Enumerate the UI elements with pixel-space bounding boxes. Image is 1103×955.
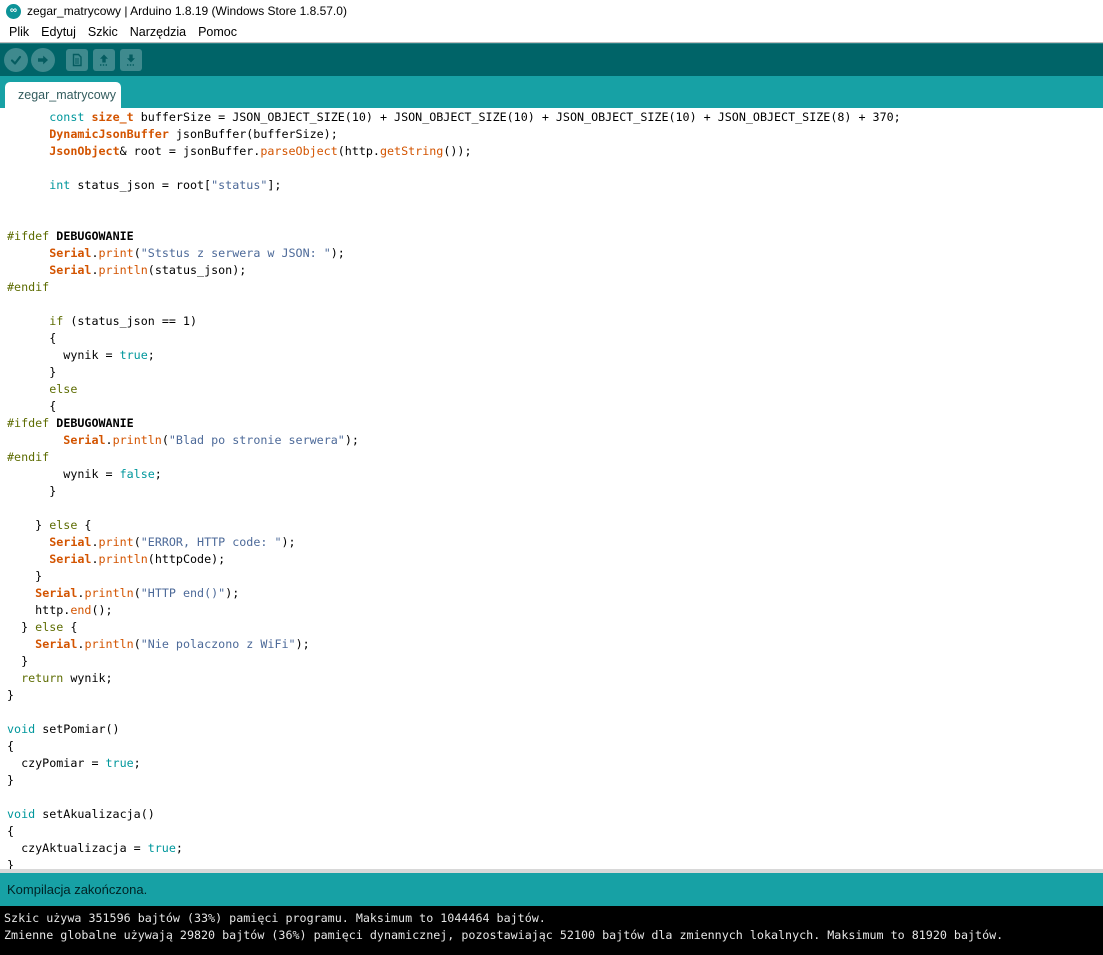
tab-label: zegar_matrycowy xyxy=(18,88,116,102)
upload-button[interactable] xyxy=(31,48,55,72)
code-line: #endif xyxy=(7,450,50,464)
status-message: Kompilacja zakończona. xyxy=(7,882,148,897)
code-line: #ifdef DEBUGOWANIE xyxy=(7,229,134,243)
code-line: Serial.println("Blad po stronie serwera"… xyxy=(63,433,359,447)
code-line: const size_t bufferSize = JSON_OBJECT_SI… xyxy=(49,110,901,124)
code-line: } xyxy=(7,484,57,498)
status-bar: Kompilacja zakończona. xyxy=(0,873,1103,906)
code-line: #endif xyxy=(7,280,50,294)
code-line: { xyxy=(7,331,57,345)
code-line: DynamicJsonBuffer jsonBuffer(bufferSize)… xyxy=(49,127,338,141)
code-line: Serial.println("Nie polaczono z WiFi"); xyxy=(35,637,310,651)
menu-item-1[interactable]: Edytuj xyxy=(35,22,82,42)
code-line: { xyxy=(7,739,15,753)
save-button[interactable] xyxy=(120,49,142,71)
code-line: if (status_json == 1) xyxy=(49,314,198,328)
code-line: } xyxy=(7,654,29,668)
check-icon xyxy=(10,55,22,65)
arrow-up-icon xyxy=(100,54,108,66)
code-line: int status_json = root["status"]; xyxy=(49,178,282,192)
code-line: JsonObject& root = jsonBuffer.parseObjec… xyxy=(49,144,472,158)
menu-bar: Plik Edytuj Szkic Narzędzia Pomoc xyxy=(0,22,1103,43)
code-line: } xyxy=(7,773,15,787)
code-line: { xyxy=(7,824,15,838)
toolbar xyxy=(0,43,1103,76)
code-line: czyAktualizacja = true; xyxy=(7,841,183,855)
code-line: } else { xyxy=(7,620,78,634)
code-line: } else { xyxy=(7,518,92,532)
code-line: http.end(); xyxy=(7,603,113,617)
code-line: Serial.print("ERROR, HTTP code: "); xyxy=(49,535,296,549)
console-line: Szkic używa 351596 bajtów (33%) pamięci … xyxy=(4,911,546,925)
code-line: Serial.print("Ststus z serwera w JSON: "… xyxy=(49,246,345,260)
menu-item-4[interactable]: Pomoc xyxy=(192,22,243,42)
code-line: } xyxy=(7,688,15,702)
code-line: Serial.println(httpCode); xyxy=(49,552,226,566)
window-title: zegar_matrycowy | Arduino 1.8.19 (Window… xyxy=(27,4,347,18)
code-line: wynik = false; xyxy=(7,467,162,481)
code-line: Serial.println("HTTP end()"); xyxy=(35,586,240,600)
code-area: const size_t bufferSize = JSON_OBJECT_SI… xyxy=(7,109,1103,869)
code-line: void setPomiar() xyxy=(7,722,120,736)
code-line: czyPomiar = true; xyxy=(7,756,141,770)
code-line: else xyxy=(49,382,78,396)
code-line: return wynik; xyxy=(21,671,113,685)
code-line: #ifdef DEBUGOWANIE xyxy=(7,416,134,430)
menu-item-0[interactable]: Plik xyxy=(3,22,35,42)
console-output[interactable]: Szkic używa 351596 bajtów (33%) pamięci … xyxy=(0,906,1103,955)
menu-item-3[interactable]: Narzędzia xyxy=(124,22,192,42)
code-line: void setAkualizacja() xyxy=(7,807,155,821)
open-button[interactable] xyxy=(93,49,115,71)
menu-item-2[interactable]: Szkic xyxy=(82,22,124,42)
verify-button[interactable] xyxy=(4,48,28,72)
arrow-down-icon xyxy=(127,54,135,66)
new-document-icon xyxy=(72,53,82,67)
console-line: Zmienne globalne używają 29820 bajtów (3… xyxy=(4,928,1004,942)
code-line: Serial.println(status_json); xyxy=(49,263,247,277)
new-sketch-button[interactable] xyxy=(66,49,88,71)
code-line: } xyxy=(7,858,15,869)
code-line: { xyxy=(7,399,57,413)
tab-strip: zegar_matrycowy xyxy=(0,76,1103,108)
code-line: } xyxy=(7,569,43,583)
code-line: } xyxy=(7,365,57,379)
code-editor[interactable]: const size_t bufferSize = JSON_OBJECT_SI… xyxy=(0,108,1103,869)
title-bar: ∞ zegar_matrycowy | Arduino 1.8.19 (Wind… xyxy=(0,0,1103,22)
arduino-app-icon: ∞ xyxy=(6,3,21,19)
arrow-right-icon xyxy=(38,55,48,65)
tab-zegar-matrycowy[interactable]: zegar_matrycowy xyxy=(5,82,121,108)
code-line: wynik = true; xyxy=(7,348,155,362)
